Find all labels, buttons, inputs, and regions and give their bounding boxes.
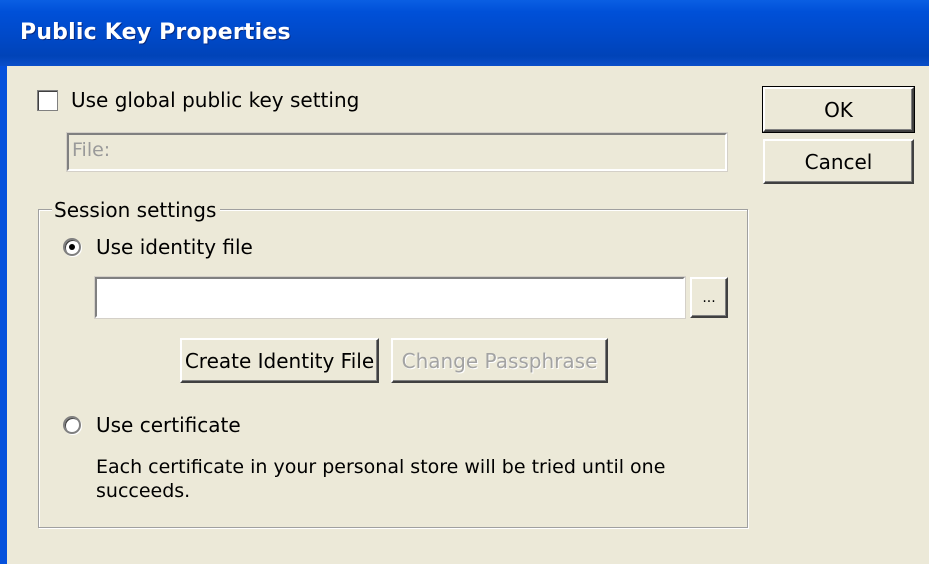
ok-button-label: OK <box>824 97 853 122</box>
window-border <box>0 66 7 564</box>
browse-button-label: ... <box>702 289 716 306</box>
session-settings-label: Session settings <box>52 198 221 222</box>
certificate-note-line2: succeeds. <box>96 480 191 502</box>
use-identity-file-radio[interactable] <box>63 238 81 256</box>
create-identity-file-button[interactable]: Create Identity File <box>180 338 379 383</box>
cancel-button[interactable]: Cancel <box>763 139 914 184</box>
title-bar[interactable]: Public Key Properties <box>0 0 929 66</box>
global-file-field: File: <box>66 132 728 172</box>
browse-button[interactable]: ... <box>690 277 728 318</box>
certificate-note-line1: Each certificate in your personal store … <box>96 456 666 478</box>
use-identity-file-label[interactable]: Use identity file <box>96 235 253 259</box>
use-certificate-label[interactable]: Use certificate <box>96 413 241 437</box>
global-file-placeholder: File: <box>72 139 111 161</box>
identity-file-input[interactable] <box>94 276 686 319</box>
use-certificate-radio[interactable] <box>63 416 81 434</box>
use-global-key-checkbox[interactable] <box>37 90 58 111</box>
change-passphrase-label: Change Passphrase <box>401 348 598 373</box>
ok-button[interactable]: OK <box>762 86 915 133</box>
radio-selected-dot <box>69 244 75 250</box>
window-title: Public Key Properties <box>20 20 291 45</box>
change-passphrase-button: Change Passphrase <box>391 338 608 383</box>
cancel-button-label: Cancel <box>804 149 873 174</box>
use-global-key-label[interactable]: Use global public key setting <box>71 88 359 112</box>
create-identity-file-label: Create Identity File <box>184 348 375 373</box>
